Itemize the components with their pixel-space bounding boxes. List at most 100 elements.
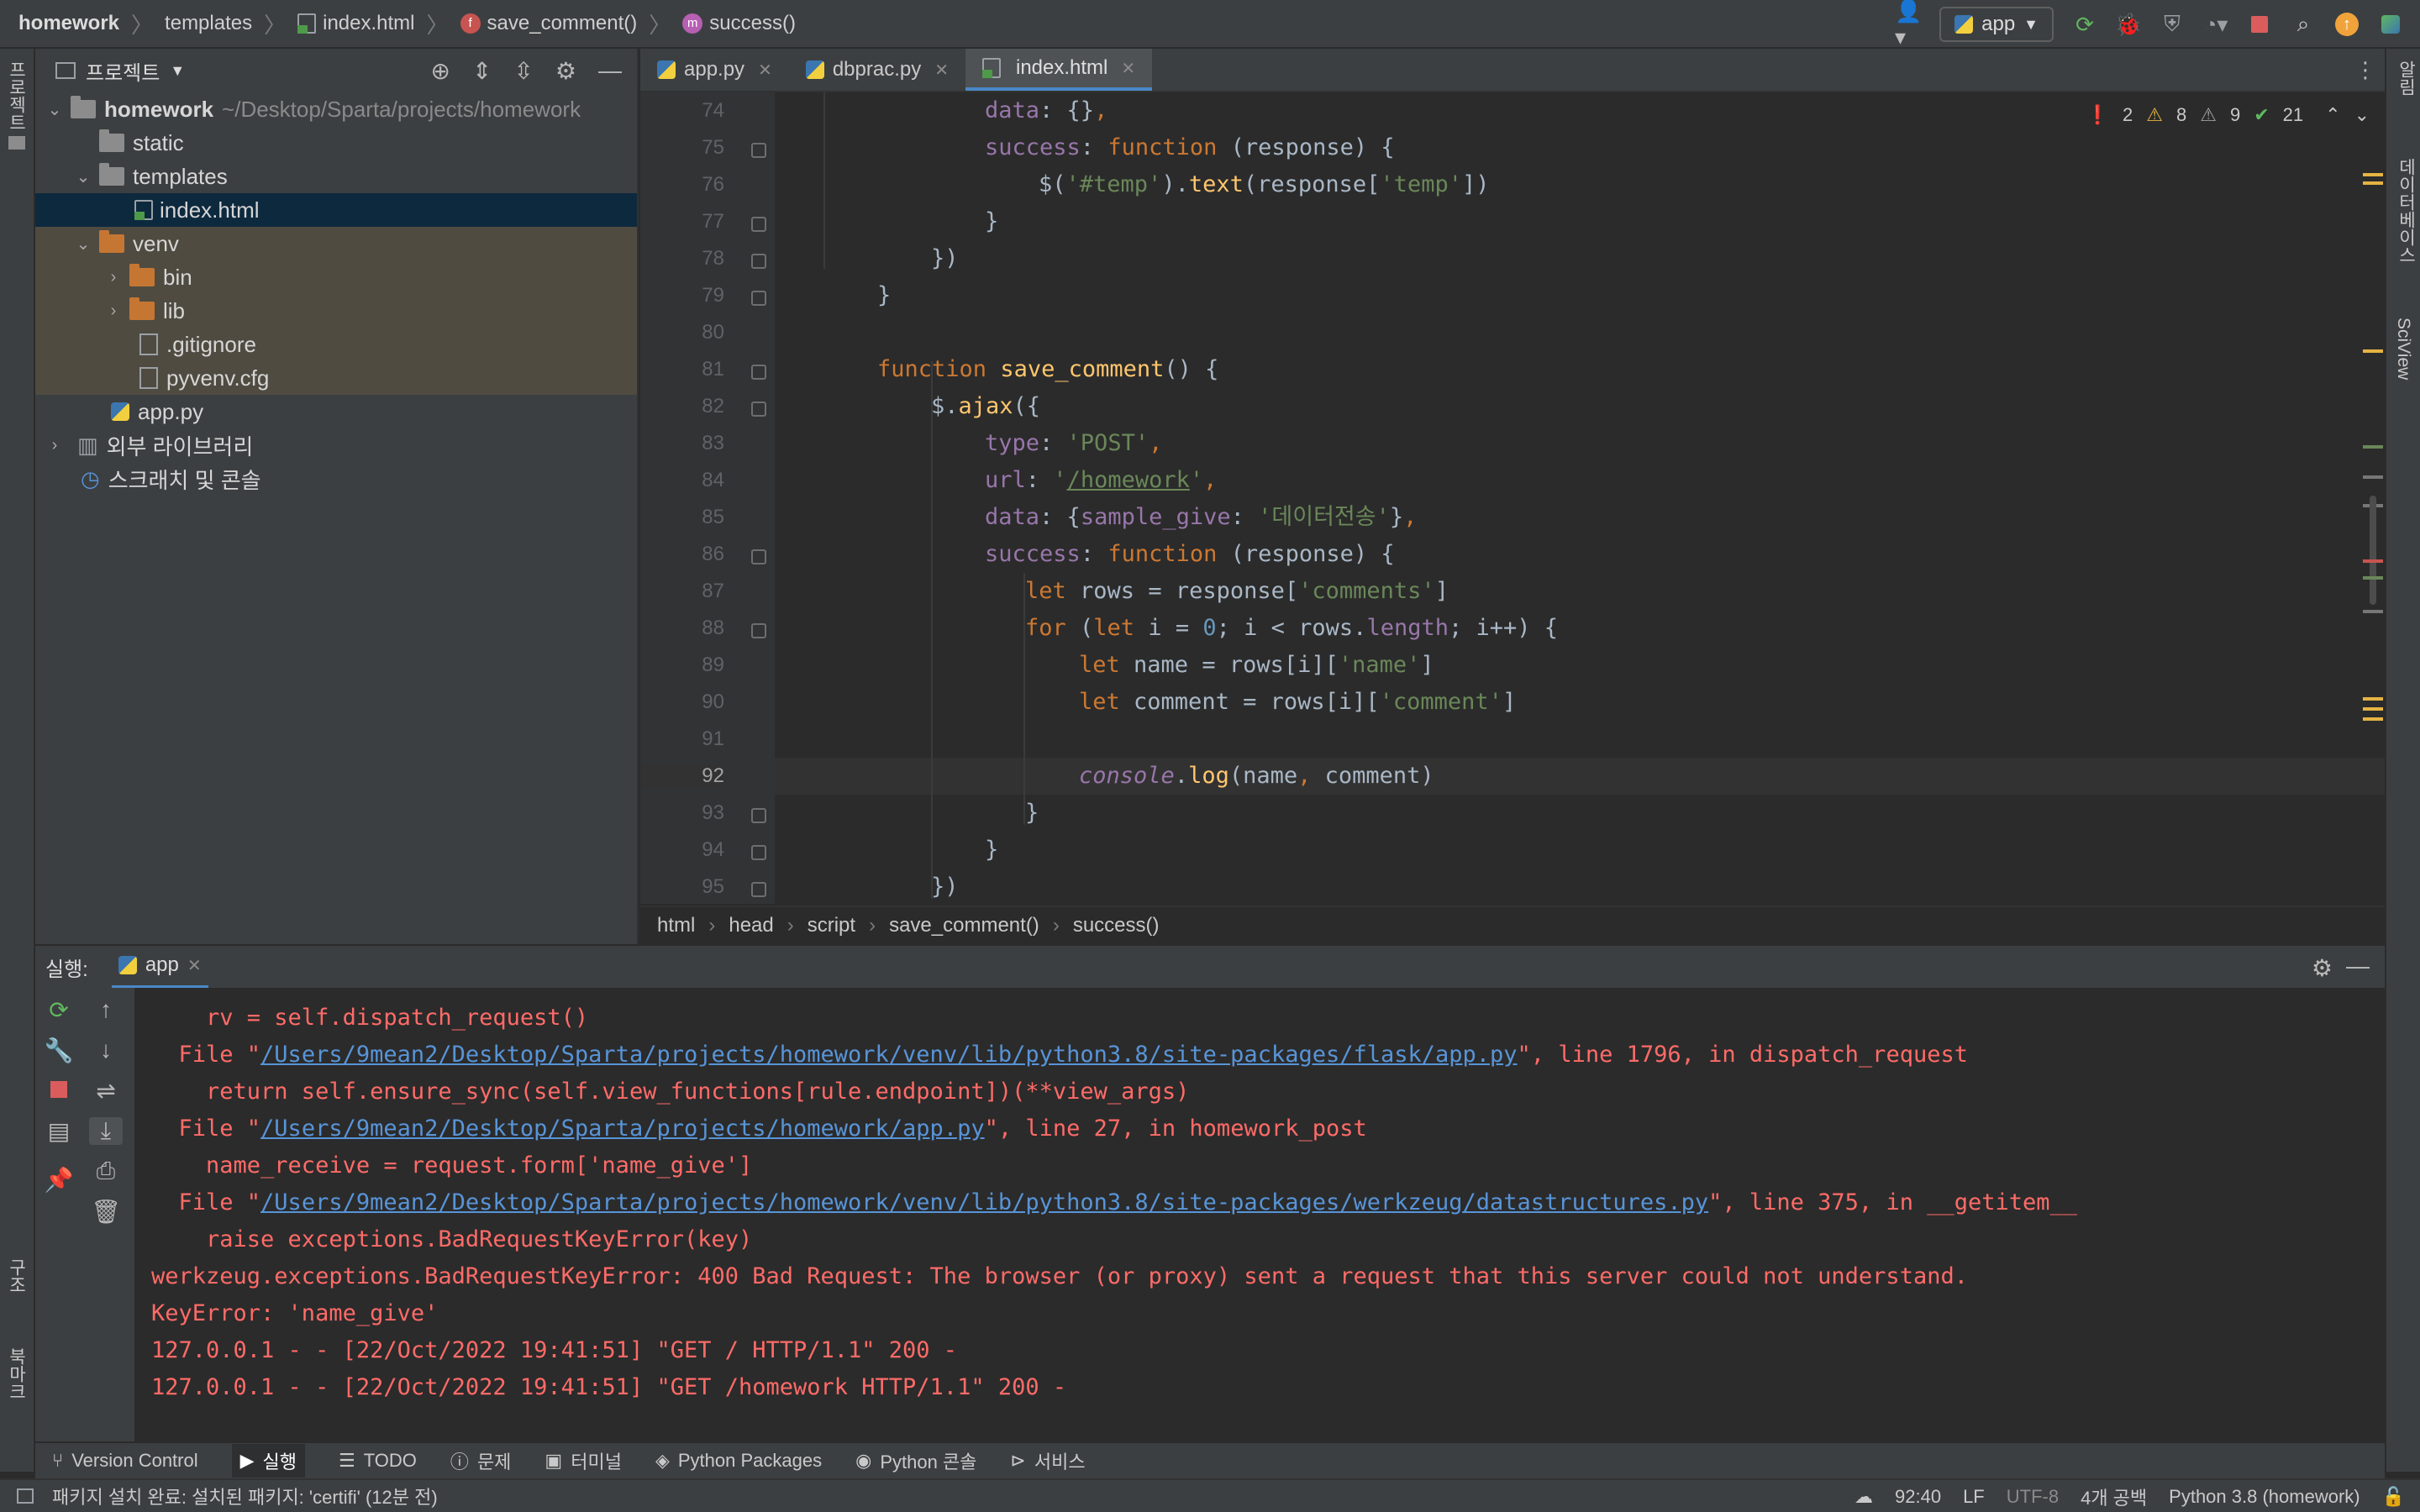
fold-marker[interactable]: [751, 365, 766, 380]
chevron-down-icon[interactable]: ⌄: [72, 234, 94, 255]
chevron-down-icon[interactable]: ⌄: [2354, 104, 2370, 126]
tree-item-scratches[interactable]: ◷ 스크래치 및 콘솔: [35, 462, 637, 496]
tool-window-run[interactable]: ▶ 실행: [231, 1444, 306, 1478]
tab-dbprac-py[interactable]: dbprac.py ✕: [789, 49, 965, 91]
console-file-link[interactable]: /Users/9mean2/Desktop/Sparta/projects/ho…: [260, 1042, 1518, 1068]
inspection-widget[interactable]: ❗ 2 ⚠ 8 ⚠ 9 ✔ 21 ⌃ ⌄: [2086, 104, 2370, 126]
rerun-icon[interactable]: ⟳: [42, 996, 76, 1024]
tree-item-venv[interactable]: ⌄ venv: [35, 227, 637, 260]
profile-icon[interactable]: ◔▾: [2203, 12, 2228, 37]
arrow-up-icon[interactable]: ↑: [89, 996, 123, 1023]
tree-item-lib[interactable]: › lib: [35, 294, 637, 328]
rerun-icon[interactable]: ⟳: [2072, 12, 2097, 37]
tool-window-python-console[interactable]: ◉ Python 콘솔: [855, 1447, 976, 1474]
fold-marker[interactable]: [751, 845, 766, 860]
cloud-sync-icon[interactable]: ☁: [1854, 1486, 1873, 1508]
notifications-tool-tab[interactable]: 알림: [2393, 60, 2418, 96]
chevron-down-icon[interactable]: ⌄: [44, 99, 66, 120]
plugin-icon[interactable]: [2378, 12, 2403, 37]
debug-icon[interactable]: 🐞: [2115, 12, 2142, 37]
wrench-icon[interactable]: 🔧: [42, 1037, 76, 1064]
soft-wrap-icon[interactable]: ⇌: [89, 1077, 123, 1105]
python-interpreter[interactable]: Python 3.8 (homework): [2169, 1486, 2360, 1508]
lock-icon[interactable]: 🔓: [2382, 1486, 2405, 1508]
chevron-right-icon[interactable]: ›: [44, 436, 66, 455]
chevron-right-icon[interactable]: ›: [103, 302, 124, 321]
tree-item-index-html[interactable]: index.html: [35, 193, 637, 227]
tool-window-python-packages[interactable]: ◈ Python Packages: [655, 1450, 822, 1472]
chevron-down-icon[interactable]: ⌄: [72, 166, 94, 187]
crumb-head[interactable]: head: [729, 914, 773, 937]
stop-icon[interactable]: [2247, 12, 2272, 37]
toggle-panels-icon[interactable]: [17, 1488, 34, 1504]
run-console[interactable]: rv = self.dispatch_request() File "/User…: [134, 988, 2385, 1441]
run-tab-app[interactable]: app ✕: [111, 945, 208, 989]
fold-marker[interactable]: [751, 808, 766, 823]
bookmarks-tool-tab[interactable]: 북마크: [3, 1347, 29, 1400]
crumb-script[interactable]: script: [808, 914, 855, 937]
console-file-link[interactable]: /Users/9mean2/Desktop/Sparta/projects/ho…: [260, 1189, 1708, 1215]
close-icon[interactable]: ✕: [934, 60, 949, 81]
user-icon[interactable]: 👤▾: [1895, 0, 1922, 50]
close-icon[interactable]: ✕: [1121, 58, 1135, 79]
fold-marker[interactable]: [751, 291, 766, 306]
tool-window-terminal[interactable]: ▣ 터미널: [544, 1447, 622, 1474]
crumb-function[interactable]: save_comment(): [889, 914, 1039, 937]
minimize-icon[interactable]: —: [598, 57, 622, 85]
search-icon[interactable]: ⌕: [2291, 11, 2316, 37]
structure-tool-tab[interactable]: 구조: [3, 1258, 29, 1294]
line-separator[interactable]: LF: [1963, 1486, 1985, 1508]
file-encoding[interactable]: UTF-8: [2007, 1486, 2059, 1508]
tree-item-homework[interactable]: ⌄ homework ~/Desktop/Sparta/projects/hom…: [35, 92, 637, 126]
scroll-to-end-icon[interactable]: ⤓: [89, 1117, 123, 1145]
close-icon[interactable]: ✕: [187, 955, 202, 976]
project-tool-tab[interactable]: 프로젝트: [3, 60, 29, 131]
pin-icon[interactable]: 📌: [42, 1166, 76, 1194]
fold-marker[interactable]: [751, 549, 766, 564]
arrow-down-icon[interactable]: ↓: [89, 1037, 123, 1063]
tree-item-gitignore[interactable]: .gitignore: [35, 328, 637, 361]
fold-marker[interactable]: [751, 882, 766, 897]
caret-position[interactable]: 92:40: [1895, 1486, 1941, 1508]
stop-icon[interactable]: [42, 1077, 76, 1104]
tool-window-problems[interactable]: ⓘ 문제: [450, 1447, 512, 1474]
indent-setting[interactable]: 4개 공백: [2081, 1483, 2147, 1510]
tab-index-html[interactable]: index.html ✕: [965, 49, 1153, 91]
tool-window-services[interactable]: ⊳ 서비스: [1010, 1447, 1085, 1474]
database-tool-tab[interactable]: 데이터베이스: [2393, 158, 2418, 264]
breadcrumb-file[interactable]: index.html: [323, 12, 414, 35]
layout-icon[interactable]: ▤: [42, 1117, 76, 1145]
tree-item-bin[interactable]: › bin: [35, 260, 637, 294]
code-editor[interactable]: data: {}, success: function (response) {…: [775, 92, 2385, 904]
breadcrumb-function[interactable]: save_comment(): [487, 12, 638, 35]
scrollbar-markers[interactable]: [2360, 92, 2385, 904]
status-message[interactable]: 패키지 설치 완료: 설치된 패키지: 'certifi' (12분 전): [52, 1483, 438, 1509]
tool-window-version-control[interactable]: ⑂ Version Control: [52, 1450, 198, 1472]
tool-window-todo[interactable]: ☰ TODO: [339, 1450, 417, 1472]
project-panel-title[interactable]: 프로젝트: [86, 56, 160, 86]
fold-marker[interactable]: [751, 254, 766, 269]
chevron-down-icon[interactable]: ▼: [170, 62, 185, 80]
sciview-tool-tab[interactable]: SciView: [2393, 318, 2413, 380]
console-file-link[interactable]: /Users/9mean2/Desktop/Sparta/projects/ho…: [260, 1116, 985, 1142]
breadcrumb-project[interactable]: homework: [18, 12, 119, 35]
tree-item-static[interactable]: static: [35, 126, 637, 160]
coverage-icon[interactable]: ⛨: [2160, 11, 2185, 37]
print-icon[interactable]: ⎙: [89, 1158, 123, 1185]
minimize-icon[interactable]: —: [2346, 953, 2370, 979]
locate-icon[interactable]: ⊕: [430, 57, 450, 85]
expand-all-icon[interactable]: ⇕: [472, 57, 492, 85]
collapse-all-icon[interactable]: ⇳: [513, 57, 533, 85]
update-icon[interactable]: ↑: [2334, 12, 2360, 37]
tree-item-pyvenv[interactable]: pyvenv.cfg: [35, 361, 637, 395]
breadcrumb-method[interactable]: success(): [709, 12, 796, 35]
fold-marker[interactable]: [751, 143, 766, 158]
tree-item-templates[interactable]: ⌄ templates: [35, 160, 637, 193]
tree-item-external-libraries[interactable]: › ▥ 외부 라이브러리: [35, 428, 637, 462]
fold-marker[interactable]: [751, 402, 766, 417]
gear-icon[interactable]: ⚙: [555, 57, 576, 85]
crumb-method[interactable]: success(): [1073, 914, 1160, 937]
tab-app-py[interactable]: app.py ✕: [640, 49, 789, 91]
fold-marker[interactable]: [751, 623, 766, 638]
chevron-right-icon[interactable]: ›: [103, 268, 124, 287]
